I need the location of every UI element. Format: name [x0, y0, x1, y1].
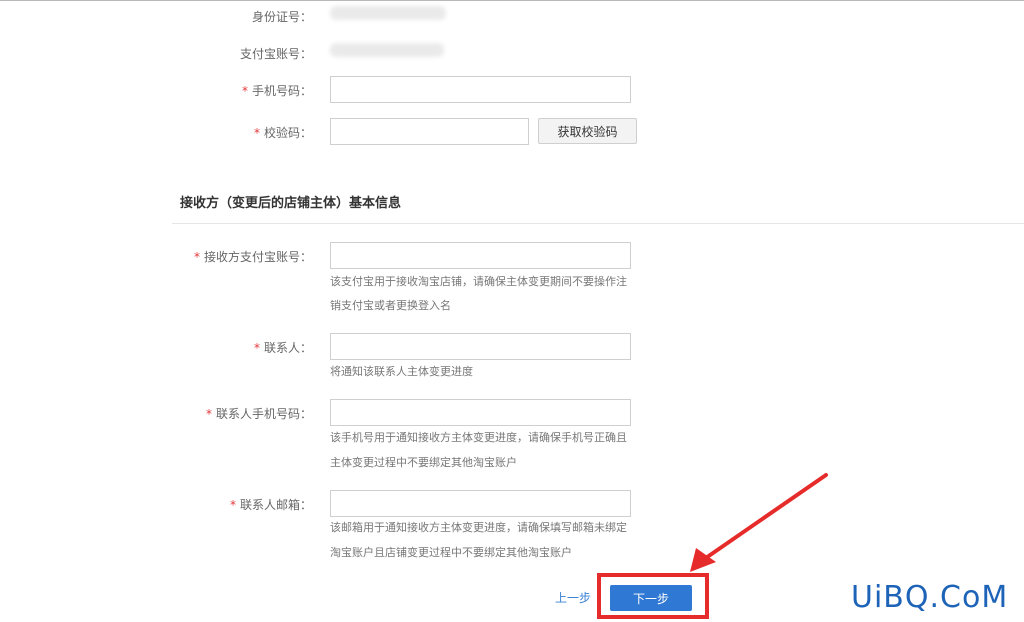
form-page: 身份证号： 支付宝账号： * 手机号码： * 校验码： 获取校验码 接收方（变更后的… [0, 0, 1024, 622]
watermark-logo: UiBQ.CoM [851, 580, 1009, 615]
annotation-arrow-icon [690, 473, 828, 572]
